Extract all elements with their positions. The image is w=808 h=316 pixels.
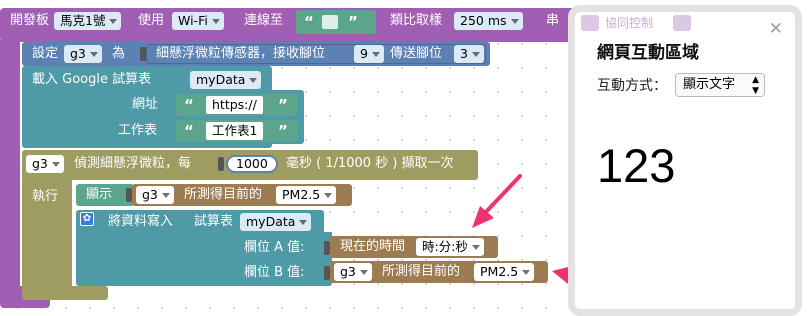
- collab-toggle[interactable]: [581, 15, 599, 31]
- arrow-to-time-block: [482, 174, 522, 216]
- detect-loop-footer: [22, 286, 108, 300]
- display-measure-select[interactable]: PM2.5: [276, 186, 337, 204]
- time-format-select[interactable]: 時:分:秒: [416, 238, 484, 256]
- label-field-a: 欄位 A 值:: [244, 240, 305, 255]
- label-display: 顯示: [86, 187, 113, 202]
- write-sheet-var-select[interactable]: myData: [240, 213, 312, 231]
- label-board: 開發板: [10, 13, 50, 28]
- quote-close: ”: [278, 122, 288, 140]
- sheet-var-select[interactable]: myData: [190, 71, 262, 89]
- worksheet-input[interactable]: 工作表1: [206, 122, 264, 140]
- url-input[interactable]: https://: [206, 96, 263, 114]
- label-field-b-measured: 所測得目前的: [382, 264, 461, 279]
- quote-open: “: [184, 122, 194, 140]
- collab-dropdown[interactable]: [673, 15, 691, 31]
- device-id-input[interactable]: [322, 15, 338, 29]
- mode-label: 互動方式：: [597, 78, 667, 94]
- label-current-time: 現在的時間: [340, 239, 406, 254]
- arrow-head-time: [472, 206, 494, 228]
- label-measured: 所測得目前的: [184, 187, 263, 202]
- label-worksheet: 工作表: [118, 123, 158, 138]
- label-sheet: 試算表: [194, 214, 234, 229]
- interaction-panel: 協同控制 ✕ 網頁互動區域 互動方式： 顯示文字 ▲ ▼ 123: [568, 5, 802, 316]
- board-block-arm: [0, 40, 20, 298]
- label-serial: 串: [546, 13, 560, 28]
- field-b-measure-select[interactable]: PM2.5: [474, 263, 535, 281]
- field-b-var-select[interactable]: g3: [334, 263, 372, 281]
- mode-select-value: 顯示文字: [683, 77, 736, 92]
- label-url: 網址: [132, 97, 159, 112]
- sensor-var-select[interactable]: g3: [64, 45, 102, 63]
- panel-title: 網頁互動區域: [597, 43, 699, 63]
- label-use: 使用: [138, 13, 165, 28]
- label-tx-pin: 傳送腳位: [390, 46, 443, 61]
- loop-var-select[interactable]: g3: [26, 155, 64, 173]
- collab-label: 協同控制: [605, 16, 654, 30]
- input-connector: [218, 157, 224, 171]
- label-sensor-text: 細懸浮微粒傳感器，接收腳位: [156, 46, 326, 61]
- label-load-sheet: 載入 Google 試算表: [32, 72, 152, 87]
- label-execute: 執行: [32, 189, 59, 204]
- label-connect-to: 連線至: [244, 13, 284, 28]
- label-field-b: 欄位 B 值:: [244, 265, 305, 280]
- label-analog-sampling: 類比取樣: [390, 13, 443, 28]
- mode-select[interactable]: 顯示文字 ▲ ▼: [675, 73, 765, 97]
- sampling-select[interactable]: 250 ms: [454, 12, 523, 30]
- label-detect: 偵測細懸浮微粒，每: [74, 156, 192, 171]
- label-write-data: 將資料寫入: [108, 214, 174, 229]
- quote-open: “: [184, 96, 194, 114]
- tx-pin-select[interactable]: 3: [454, 45, 484, 63]
- interval-input[interactable]: 1000: [226, 155, 278, 173]
- device-id-text-block[interactable]: “ ”: [296, 10, 376, 34]
- quote-close: ”: [278, 96, 288, 114]
- url-text-block[interactable]: “ https:// ”: [176, 94, 298, 116]
- display-text: 123: [597, 139, 676, 192]
- gear-icon[interactable]: ✿: [80, 212, 94, 226]
- worksheet-text-block[interactable]: “ 工作表1 ”: [176, 120, 298, 142]
- select-arrows-icon: ▲ ▼: [752, 75, 759, 96]
- label-set: 設定: [32, 46, 59, 61]
- close-icon[interactable]: ✕: [769, 20, 783, 38]
- label-ms: 毫秒 ( 1/1000 秒 ) 擷取一次: [286, 156, 454, 171]
- rx-pin-select[interactable]: 9: [354, 45, 384, 63]
- board-select[interactable]: 馬克1號: [54, 12, 122, 30]
- quote-close: ”: [348, 13, 358, 31]
- connection-select[interactable]: Wi-Fi: [172, 12, 224, 30]
- label-as: 為: [112, 46, 126, 61]
- display-var-select[interactable]: g3: [136, 186, 174, 204]
- quote-open: “: [304, 13, 314, 31]
